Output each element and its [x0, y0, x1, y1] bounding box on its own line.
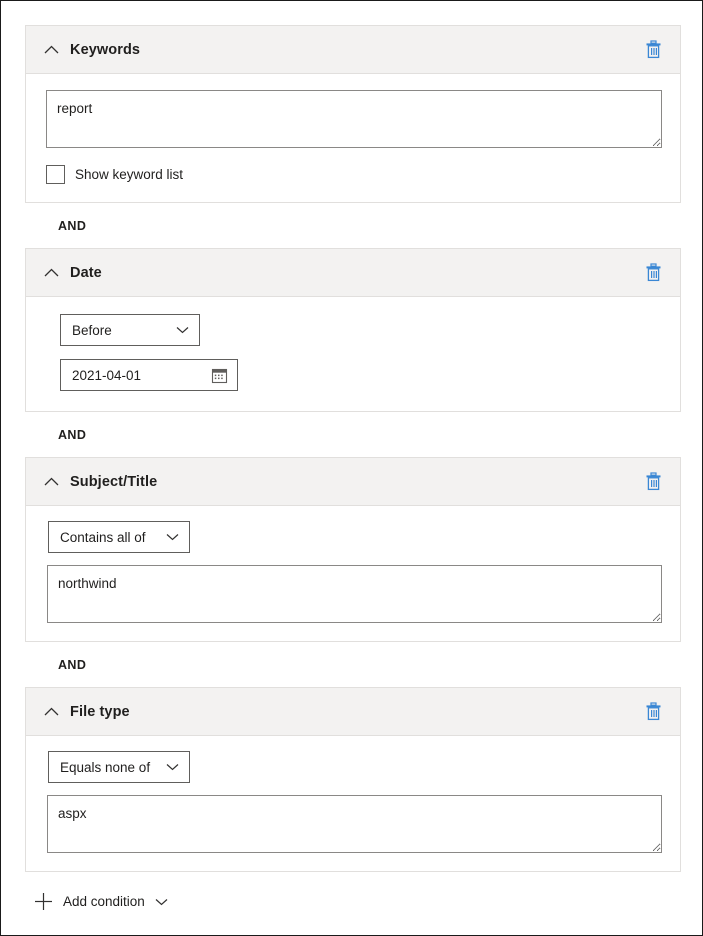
- condition-list: Keywords Show keyword list: [25, 25, 681, 910]
- condition-body-date: Before 2021-04-01: [26, 297, 680, 411]
- date-operator-select[interactable]: Before: [60, 314, 200, 346]
- condition-body-file-type: Equals none of: [26, 736, 680, 871]
- subject-title-input[interactable]: [47, 565, 662, 623]
- and-label: AND: [58, 219, 86, 233]
- condition-title: Date: [70, 265, 638, 281]
- and-label: AND: [58, 428, 86, 442]
- trash-icon[interactable]: [638, 697, 668, 727]
- subject-operator-select[interactable]: Contains all of: [48, 521, 190, 553]
- trash-icon[interactable]: [638, 467, 668, 497]
- and-label: AND: [58, 658, 86, 672]
- condition-title: Subject/Title: [70, 474, 638, 490]
- subject-operator-value: Contains all of: [60, 530, 152, 545]
- chevron-up-icon[interactable]: [40, 39, 62, 61]
- condition-card-subject-title: Subject/Title Contains all of: [25, 457, 681, 642]
- condition-title: Keywords: [70, 42, 638, 58]
- add-condition-button[interactable]: Add condition: [25, 893, 168, 910]
- condition-body-keywords: Show keyword list: [26, 74, 680, 202]
- date-input[interactable]: 2021-04-01: [60, 359, 238, 391]
- condition-card-keywords: Keywords Show keyword list: [25, 25, 681, 203]
- add-condition-label: Add condition: [63, 894, 145, 909]
- chevron-up-icon[interactable]: [40, 701, 62, 723]
- date-input-value: 2021-04-01: [72, 368, 208, 383]
- chevron-down-icon: [166, 763, 179, 771]
- condition-body-subject-title: Contains all of: [26, 506, 680, 641]
- condition-header-subject-title: Subject/Title: [26, 458, 680, 506]
- connector-and-2: AND: [25, 412, 681, 457]
- chevron-down-icon: [155, 898, 168, 906]
- calendar-icon[interactable]: [208, 364, 230, 386]
- condition-header-date: Date: [26, 249, 680, 297]
- file-type-operator-select[interactable]: Equals none of: [48, 751, 190, 783]
- file-type-operator-value: Equals none of: [60, 760, 152, 775]
- keywords-input[interactable]: [46, 90, 662, 148]
- condition-card-date: Date Before: [25, 248, 681, 412]
- condition-header-file-type: File type: [26, 688, 680, 736]
- condition-header-keywords: Keywords: [26, 26, 680, 74]
- show-keyword-list-label[interactable]: Show keyword list: [75, 167, 183, 182]
- chevron-down-icon: [166, 533, 179, 541]
- query-builder-panel: Keywords Show keyword list: [0, 0, 703, 936]
- chevron-up-icon[interactable]: [40, 262, 62, 284]
- show-keyword-list-checkbox[interactable]: [46, 165, 65, 184]
- condition-title: File type: [70, 704, 638, 720]
- connector-and-3: AND: [25, 642, 681, 687]
- chevron-up-icon[interactable]: [40, 471, 62, 493]
- connector-and-1: AND: [25, 203, 681, 248]
- condition-card-file-type: File type Equals none of: [25, 687, 681, 872]
- plus-icon: [35, 893, 52, 910]
- trash-icon[interactable]: [638, 258, 668, 288]
- show-keyword-list-row[interactable]: Show keyword list: [46, 165, 662, 184]
- date-operator-value: Before: [72, 323, 162, 338]
- chevron-down-icon: [176, 326, 189, 334]
- trash-icon[interactable]: [638, 35, 668, 65]
- file-type-input[interactable]: [47, 795, 662, 853]
